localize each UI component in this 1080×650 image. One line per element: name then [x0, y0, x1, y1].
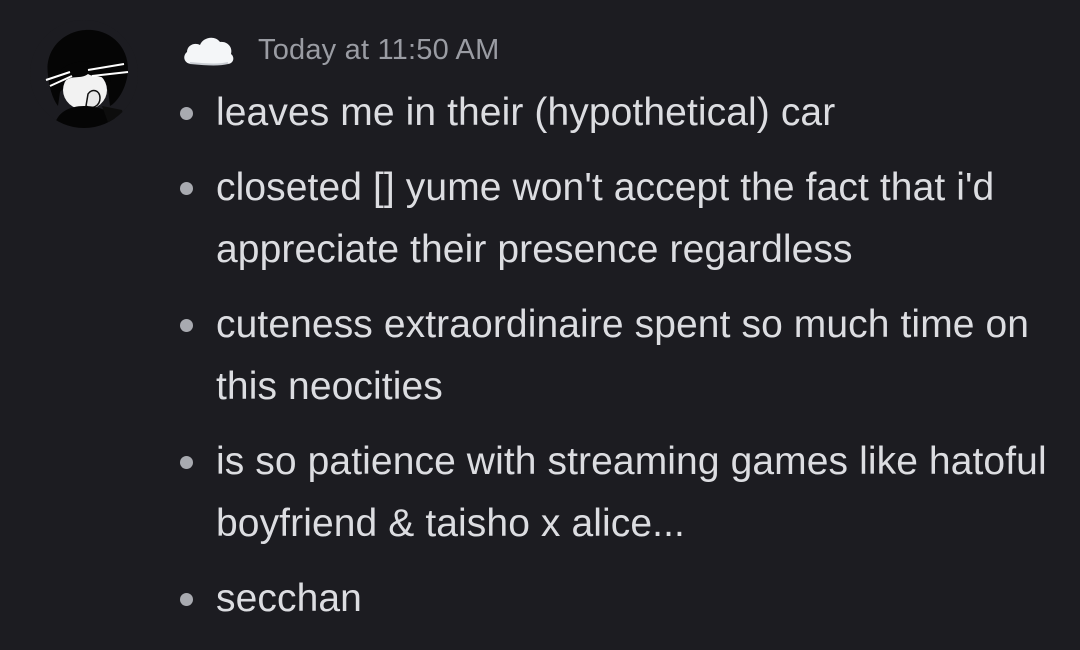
list-item: is so patience with streaming games like…: [180, 431, 1060, 555]
message-bullet-list: leaves me in their (hypothetical) car cl…: [180, 82, 1060, 643]
bullet-dot-icon: [180, 593, 193, 606]
chat-message: Today at 11:50 AM leaves me in their (hy…: [0, 0, 1080, 650]
bullet-dot-icon: [180, 456, 193, 469]
avatar[interactable]: [30, 20, 138, 128]
list-item-text: is so patience with streaming games like…: [216, 440, 1047, 545]
list-item: closeted [] yume won't accept the fact t…: [180, 157, 1060, 281]
bullet-dot-icon: [180, 107, 193, 120]
message-header: Today at 11:50 AM: [180, 28, 499, 72]
list-item-text: leaves me in their (hypothetical) car: [216, 91, 836, 134]
list-item: cuteness extraordinaire spent so much ti…: [180, 294, 1060, 418]
list-item-text: cuteness extraordinaire spent so much ti…: [216, 303, 1030, 408]
list-item: leaves me in their (hypothetical) car: [180, 82, 1060, 144]
bullet-dot-icon: [180, 319, 193, 332]
avatar-drawing-icon: [30, 20, 138, 128]
list-item-text: secchan: [216, 577, 362, 620]
bullet-dot-icon: [180, 182, 193, 195]
message-timestamp[interactable]: Today at 11:50 AM: [258, 34, 499, 67]
list-item-text: closeted [] yume won't accept the fact t…: [216, 166, 995, 271]
list-item: secchan: [180, 568, 1060, 630]
cloud-icon[interactable]: [180, 30, 236, 70]
